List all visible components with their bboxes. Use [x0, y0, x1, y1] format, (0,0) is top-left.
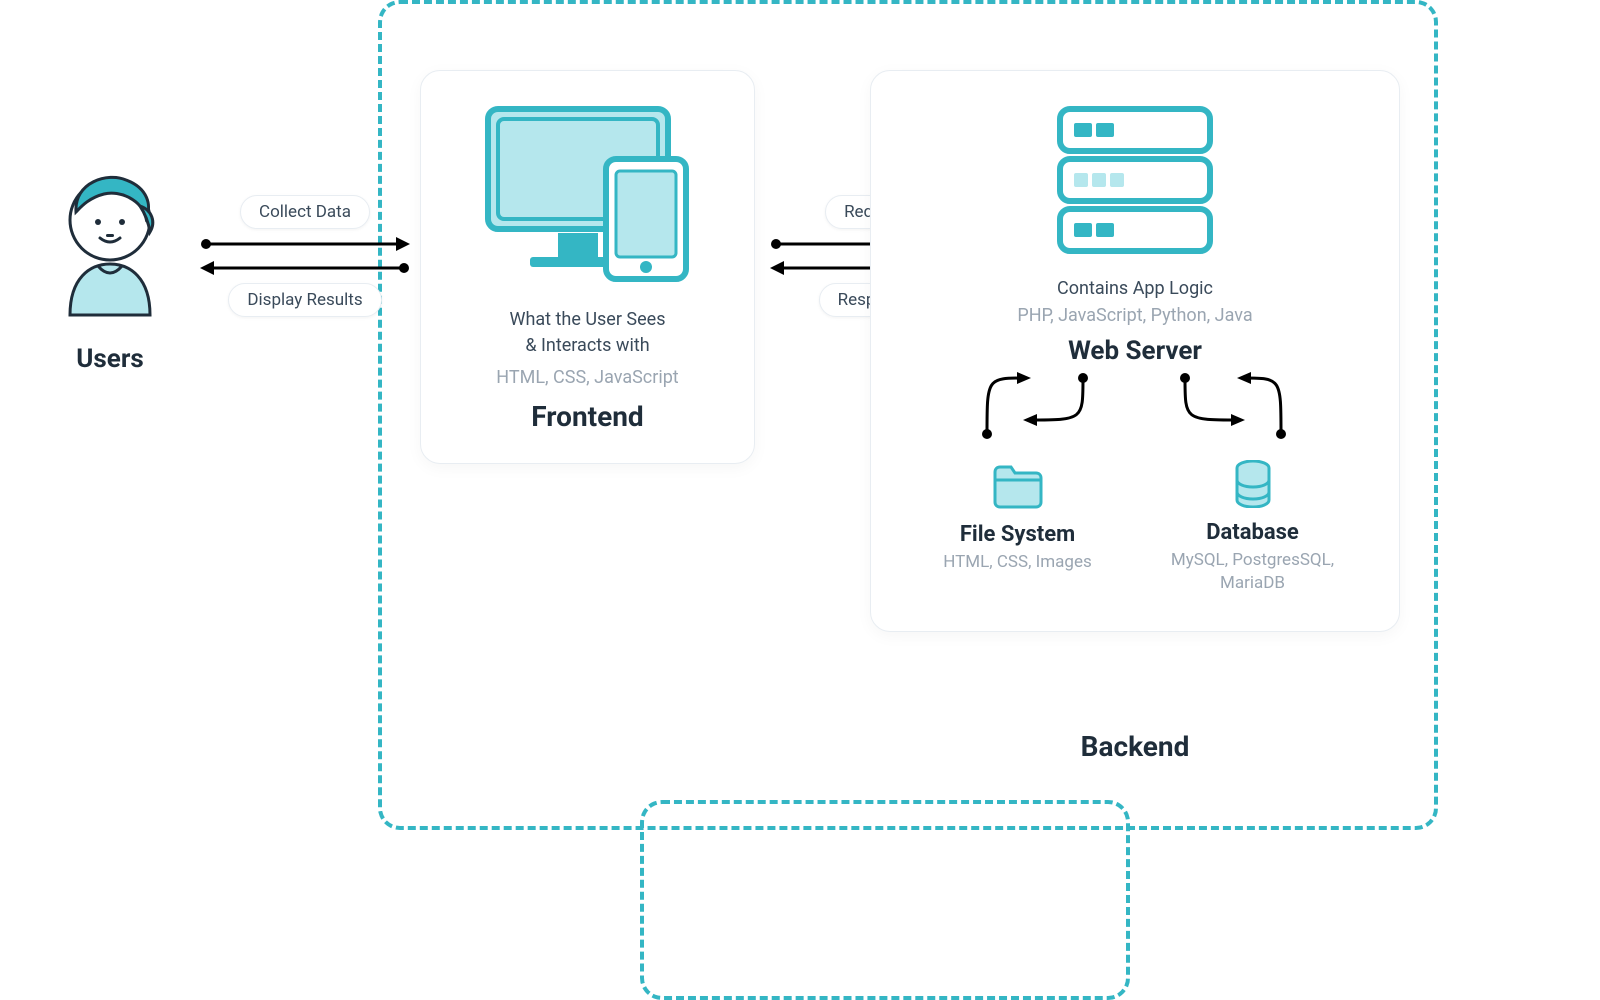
display-results-pill: Display Results	[228, 283, 381, 317]
frontend-card: What the User Sees & Interacts with HTML…	[420, 70, 755, 464]
frontend-tech: HTML, CSS, JavaScript	[445, 367, 730, 388]
webserver-connectors	[895, 372, 1375, 442]
database-title: Database	[1150, 520, 1355, 545]
database-tech: MySQL, PostgresSQL, MariaDB	[1150, 549, 1355, 595]
arrow-left-icon	[200, 259, 410, 277]
users-block: Users	[30, 160, 190, 374]
database-icon	[1233, 493, 1273, 512]
monitor-tablet-icon	[478, 274, 698, 293]
backend-desc: Contains App Logic	[895, 278, 1375, 299]
arrows-users-frontend: Collect Data Display Results	[200, 195, 410, 317]
backend-tech: PHP, JavaScript, Python, Java	[895, 305, 1375, 326]
collect-data-pill: Collect Data	[240, 195, 370, 229]
frontend-desc-line2: & Interacts with	[445, 333, 730, 359]
inner-dashed-boundary	[640, 800, 1130, 1000]
database-block: Database MySQL, PostgresSQL, MariaDB	[1150, 460, 1355, 595]
server-rack-icon	[1050, 249, 1220, 268]
frontend-desc-line1: What the User Sees	[445, 307, 730, 333]
web-server-label: Web Server	[895, 336, 1375, 366]
user-icon	[40, 315, 180, 334]
backend-card: Contains App Logic PHP, JavaScript, Pyth…	[870, 70, 1400, 632]
folder-icon	[991, 495, 1045, 514]
file-system-title: File System	[915, 522, 1120, 547]
users-label: Users	[30, 344, 190, 374]
file-system-tech: HTML, CSS, Images	[915, 551, 1120, 574]
frontend-title: Frontend	[445, 400, 730, 433]
file-system-block: File System HTML, CSS, Images	[915, 460, 1120, 595]
backend-title: Backend	[870, 730, 1400, 763]
arrow-right-icon	[200, 235, 410, 253]
